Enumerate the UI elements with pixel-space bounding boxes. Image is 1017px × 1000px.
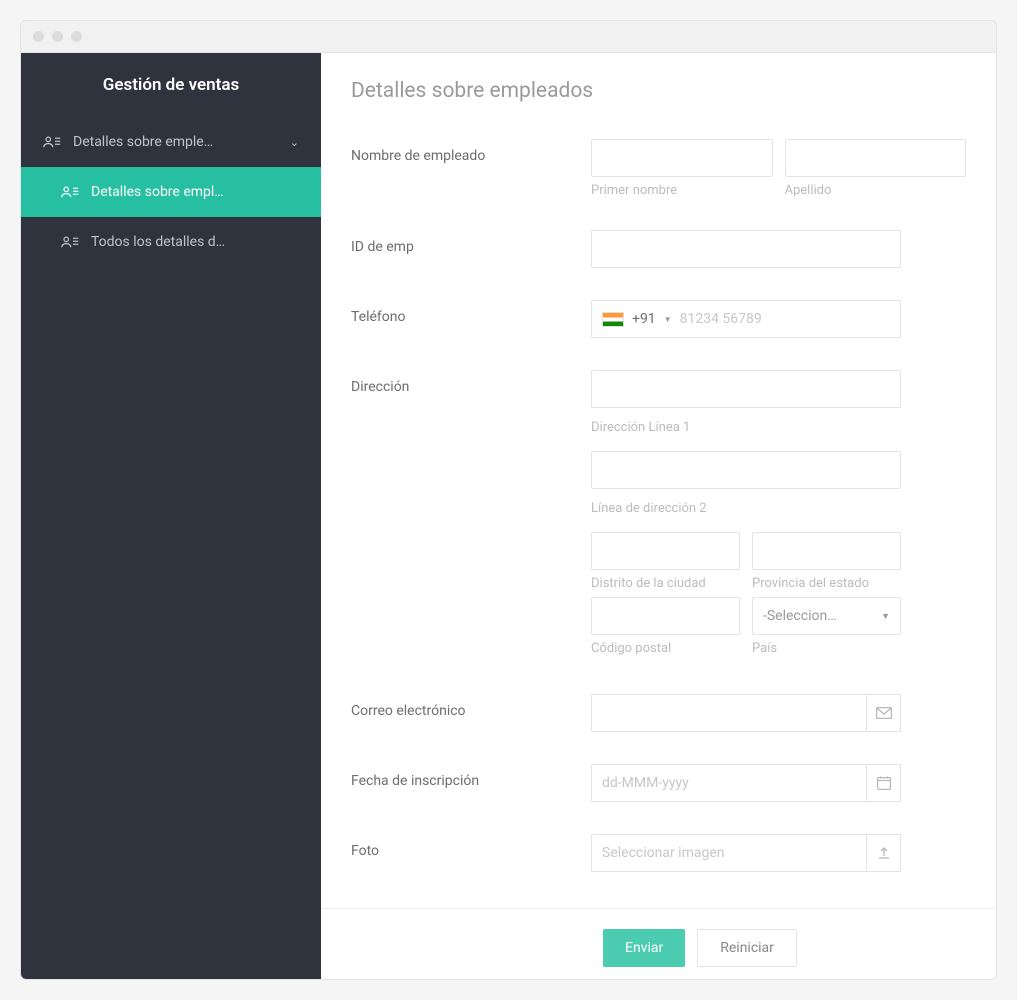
address-label: Dirección (351, 370, 591, 395)
country-sublabel: País (752, 641, 901, 656)
submit-button[interactable]: Enviar (603, 929, 685, 967)
sidebar-item-label: Detalles sobre emple… (73, 134, 278, 150)
employee-form: Nombre de empleado Primer nombre Apellid… (321, 113, 996, 908)
phone-label: Teléfono (351, 300, 591, 325)
users-icon (61, 185, 79, 199)
sidebar-title: Gestión de ventas (21, 53, 321, 117)
envelope-icon (867, 694, 901, 732)
first-name-input[interactable] (591, 139, 773, 177)
caret-down-icon: ▼ (664, 315, 672, 324)
sidebar-item-all-details[interactable]: Todos los detalles d… (21, 217, 321, 267)
state-input[interactable] (752, 532, 901, 570)
employee-name-label: Nombre de empleado (351, 139, 591, 164)
page-title: Detalles sobre empleados (321, 53, 996, 113)
photo-input[interactable]: Seleccionar imagen (591, 834, 867, 872)
upload-icon[interactable] (867, 834, 901, 872)
users-icon (61, 235, 79, 249)
city-sublabel: Distrito de la ciudad (591, 576, 740, 591)
emp-id-label: ID de emp (351, 230, 591, 255)
sidebar: Gestión de ventas Detalles sobre emple… … (21, 53, 321, 979)
window-close-dot[interactable] (33, 31, 44, 42)
sidebar-item-label: Todos los detalles d… (91, 234, 299, 250)
emp-id-input[interactable] (591, 230, 901, 268)
sidebar-item-employee-details-parent[interactable]: Detalles sobre emple… ⌄ (21, 117, 321, 167)
flag-india-icon (602, 312, 624, 327)
calendar-icon[interactable] (867, 764, 901, 802)
first-name-sublabel: Primer nombre (591, 183, 773, 198)
main-content: Detalles sobre empleados Nombre de emple… (321, 53, 996, 979)
address-line2-sublabel: Línea de dirección 2 (591, 501, 901, 516)
state-sublabel: Provincia del estado (752, 576, 901, 591)
address-line1-input[interactable] (591, 370, 901, 408)
caret-down-icon: ▼ (881, 611, 890, 622)
phone-field[interactable]: +91 ▼ (591, 300, 901, 338)
window-minimize-dot[interactable] (52, 31, 63, 42)
reset-button[interactable]: Reiniciar (697, 929, 797, 967)
window-titlebar (21, 21, 996, 53)
date-label: Fecha de inscripción (351, 764, 591, 789)
country-select[interactable]: -Seleccion… ▼ (752, 597, 901, 635)
form-footer: Enviar Reiniciar (321, 908, 996, 979)
postal-sublabel: Código postal (591, 641, 740, 656)
address-line2-input[interactable] (591, 451, 901, 489)
email-input[interactable] (591, 694, 867, 732)
city-input[interactable] (591, 532, 740, 570)
address-line1-sublabel: Dirección Línea 1 (591, 420, 901, 435)
users-icon (43, 135, 61, 149)
country-select-placeholder: -Seleccion… (763, 608, 837, 624)
photo-label: Foto (351, 834, 591, 859)
app-window: Gestión de ventas Detalles sobre emple… … (20, 20, 997, 980)
sidebar-item-employee-details[interactable]: Detalles sobre empl… (21, 167, 321, 217)
country-code: +91 (632, 311, 656, 327)
last-name-sublabel: Apellido (785, 183, 967, 198)
window-maximize-dot[interactable] (71, 31, 82, 42)
sidebar-item-label: Detalles sobre empl… (91, 184, 299, 200)
email-label: Correo electrónico (351, 694, 591, 719)
postal-input[interactable] (591, 597, 740, 635)
last-name-input[interactable] (785, 139, 967, 177)
chevron-down-icon: ⌄ (290, 136, 299, 149)
date-input[interactable] (591, 764, 867, 802)
phone-input[interactable] (680, 301, 890, 337)
